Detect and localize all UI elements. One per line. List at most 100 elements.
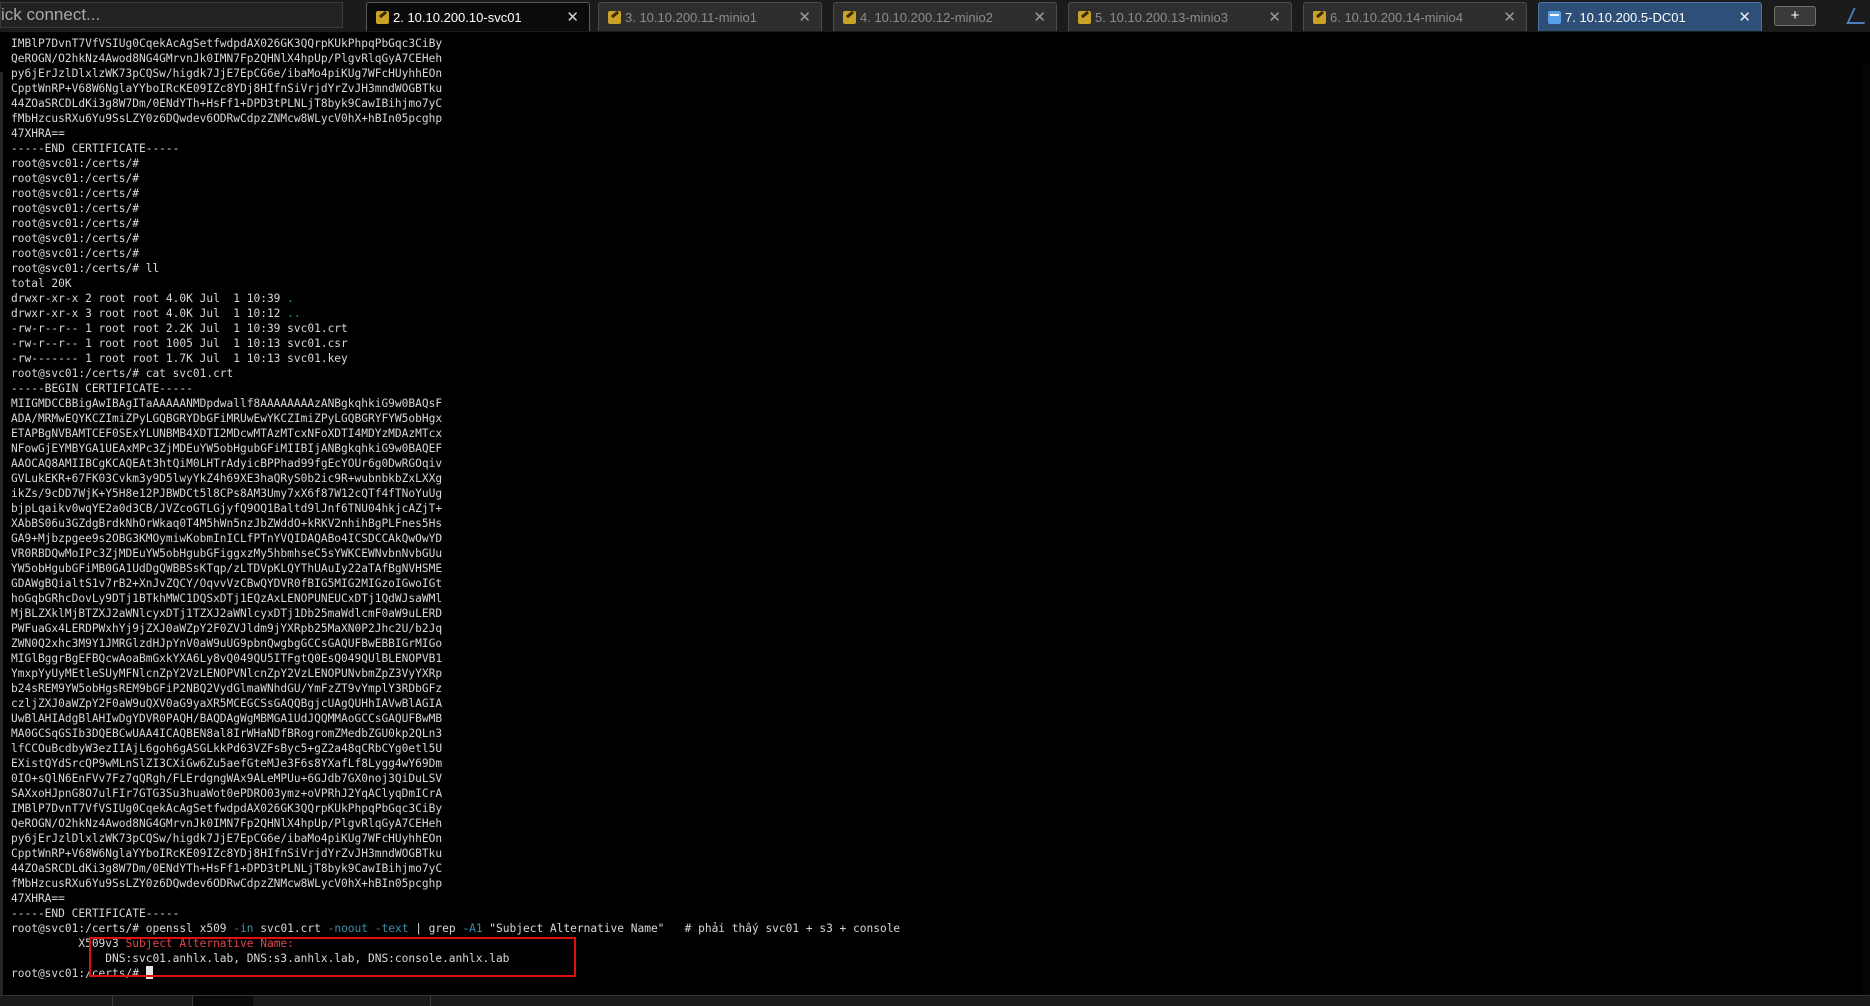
terminal-line: root@svc01:/certs/# [11, 232, 139, 245]
terminal-line: root@svc01:/certs/# [11, 187, 139, 200]
ls-row: drwxr-xr-x 3 root root 4.0K Jul 1 10:12 … [11, 306, 900, 321]
terminal-line: root@svc01:/certs/# ll [11, 262, 160, 275]
ls-row-filename: svc01.crt [287, 322, 348, 335]
session-icon [1078, 11, 1091, 24]
command-text: "Subject Alternative Name" # phải thấy s… [482, 922, 901, 935]
terminal-line: root@svc01:/certs/# [11, 202, 139, 215]
tab-minio4[interactable]: 6. 10.10.200.14-minio4 ✕ [1303, 2, 1527, 31]
terminal-line: MjBLZXklMjBTZXJ2aWNlcyxDTj1TZXJ2aWNlcyxD… [11, 607, 443, 620]
terminal-line: 47XHRA== [11, 127, 65, 140]
tab-label: 5. 10.10.200.13-minio3 [1095, 10, 1228, 25]
ls-row-meta: drwxr-xr-x 3 root root 4.0K Jul 1 10:12 [11, 307, 288, 320]
terminal-line: -----END CERTIFICATE----- [11, 142, 180, 155]
terminal-line: GDAWgBQialtS1v7rB2+XnJvZQCY/OqvvVzCBwQYD… [11, 577, 443, 590]
terminal-line: GVLukEKR+67FK03Cvkm3y9D5lwyYkZ4h69XE3haQ… [11, 472, 443, 485]
ls-row: -rw------- 1 root root 1.7K Jul 1 10:13 … [11, 351, 900, 366]
terminal-line: PWFuaGx4LERDPWxhYj9jZXJ0aWZpY2F0ZVJldm9j… [11, 622, 443, 635]
tab-label: 6. 10.10.200.14-minio4 [1330, 10, 1463, 25]
session-icon [1313, 11, 1326, 24]
terminal-line: py6jErJzlDlxlzWK73pCQSw/higdk7JjE7EpCG6e… [11, 67, 443, 80]
ls-row-dirname: .. [287, 307, 301, 320]
terminal-line: ZWN0Q2xhc3M9Y1JMRGlzdHJpYnV0aW9uUG9pbnQw… [11, 637, 443, 650]
command-text: | grep [408, 922, 463, 935]
close-icon[interactable]: ✕ [1268, 3, 1281, 32]
terminal-line: 44ZOaSRCDLdKi3g8W7Dm/0ENdYTh+HsFf1+DPD3t… [11, 97, 443, 110]
tab-label: 3. 10.10.200.11-minio1 [625, 10, 758, 25]
rdp-icon [1548, 11, 1561, 24]
tab-label: 7. 10.10.200.5-DC01 [1565, 10, 1686, 25]
command-option: -text [374, 922, 409, 935]
terminal-line: UwBlAHIAdgBlAHIwDgYDVR0PAQH/BAQDAgWgMBMG… [11, 712, 443, 725]
terminal-line: CpptWnRP+V68W6NglaYYboIRcKE09IZc8YDj8HIf… [11, 82, 443, 95]
ls-row: -rw-r--r-- 1 root root 1005 Jul 1 10:13 … [11, 336, 900, 351]
ls-row-filename: svc01.csr [287, 337, 348, 350]
ls-row-meta: -rw-r--r-- 1 root root 1005 Jul 1 10:13 [11, 337, 288, 350]
terminal-line: EXistQYdSrcQP9wMLnSlZI3CXiGw6Zu5aefGteMJ… [11, 757, 443, 770]
terminal-line: 44ZOaSRCDLdKi3g8W7Dm/0ENdYTh+HsFf1+DPD3t… [11, 862, 443, 875]
terminal-line: MA0GCSqGSIb3DQEBCwUAA4ICAQBEN8al8IrWHaND… [11, 727, 443, 740]
terminal-output[interactable]: IMBlP7DvnT7VfVSIUg0CqekAcAgSetfwdpdAX026… [0, 32, 1870, 995]
san-highlight-box [89, 937, 576, 977]
terminal-line: MIGlBggrBgEFBQcwAoaBmGxkYXA6Ly8vQ049QU5I… [11, 652, 443, 665]
terminal-line: AAOCAQ8AMIIBCgKCAQEAt3htQiM0LHTrAdyicBPP… [11, 457, 443, 470]
session-icon [843, 11, 856, 24]
terminal-left-edge [0, 72, 3, 995]
terminal-line: ADA/MRMwEQYKCZImiZPyLGQBGRYDbGFiMRUwEwYK… [11, 412, 443, 425]
terminal-line: YmxpYyUyMEtleSUyMFNlcnZpY2VzLENOPVNlcnZp… [11, 667, 443, 680]
ls-row-meta: -rw-r--r-- 1 root root 2.2K Jul 1 10:39 [11, 322, 288, 335]
terminal-lines: IMBlP7DvnT7VfVSIUg0CqekAcAgSetfwdpdAX026… [11, 36, 900, 981]
prompt: root@svc01:/certs/# [11, 922, 146, 935]
terminal-line: root@svc01:/certs/# [11, 172, 139, 185]
terminal-line: hoGqbGRhcDovLy9DTj1BTkhMWC1DQSxDTj1EQzAx… [11, 592, 443, 605]
close-icon[interactable]: ✕ [1738, 3, 1751, 32]
tab-label: 4. 10.10.200.12-minio2 [860, 10, 993, 25]
terminal-line: SAXxoHJpnG8O7ulFIr7GTG3Su3huaWot0ePDRO03… [11, 787, 443, 800]
terminal-line: GA9+Mjbzpgee9s2OBG3KMOymiwKobmInICLfPTnY… [11, 532, 443, 545]
close-icon[interactable]: ✕ [1503, 3, 1516, 32]
network-icon[interactable] [1846, 8, 1870, 24]
terminal-line: 47XHRA== [11, 892, 65, 905]
new-tab-button[interactable]: + [1774, 6, 1816, 26]
terminal-scrollbar[interactable] [1862, 64, 1870, 995]
ls-row-dirname: . [287, 292, 294, 305]
terminal-line: ikZs/9cDD7WjK+Y5H8e12PJBWDCt5l8CPs8AM3Um… [11, 487, 443, 500]
tab-label: 2. 10.10.200.10-svc01 [393, 10, 522, 25]
terminal-line: czljZXJ0aWZpY2F0aW9uQXV0aG9yaXR5MCEGCSsG… [11, 697, 443, 710]
openssl-command-line: root@svc01:/certs/# openssl x509 -in svc… [11, 921, 900, 936]
close-icon[interactable]: ✕ [566, 3, 579, 32]
terminal-line: fMbHzcusRXu6Yu9SsLZY0z6DQwdev6ODRwCdpzZN… [11, 112, 443, 125]
terminal-line: YW5obHgubGFiMB0GA1UdDgQWBBSsKTqp/zLTDVpK… [11, 562, 443, 575]
terminal-line: NFowGjEYMBYGA1UEAxMPc3ZjMDEuYW5obHgubGFi… [11, 442, 443, 455]
terminal-line: IMBlP7DvnT7VfVSIUg0CqekAcAgSetfwdpdAX026… [11, 802, 443, 815]
tab-minio1[interactable]: 3. 10.10.200.11-minio1 ✕ [598, 2, 822, 31]
quick-connect-input[interactable]: ick connect... [0, 2, 343, 28]
tab-minio3[interactable]: 5. 10.10.200.13-minio3 ✕ [1068, 2, 1292, 31]
close-icon[interactable]: ✕ [798, 3, 811, 32]
tab-minio2[interactable]: 4. 10.10.200.12-minio2 ✕ [833, 2, 1057, 31]
terminal-line: XAbBS06u3GZdgBrdkNhOrWkaq0T4M5hWn5nzJbZW… [11, 517, 443, 530]
tab-svc01[interactable]: 2. 10.10.200.10-svc01 ✕ [366, 2, 590, 31]
terminal-line: -----END CERTIFICATE----- [11, 907, 180, 920]
terminal-line: fMbHzcusRXu6Yu9SsLZY0z6DQwdev6ODRwCdpzZN… [11, 877, 443, 890]
terminal-line: root@svc01:/certs/# [11, 247, 139, 260]
terminal-line: ETAPBgNVBAMTCEF0SExYLUNBMB4XDTI2MDcwMTAz… [11, 427, 443, 440]
terminal-line: VR0RBDQwMoIPc3ZjMDEuYW5obHgubGFiggxzMy5h… [11, 547, 443, 560]
terminal-line: b24sREM9YW5obHgsREM9bGFiP2NBQ2VydGlmaWNh… [11, 682, 443, 695]
terminal-line: MIIGMDCCBBigAwIBAgITaAAAAANMDpdwallf8AAA… [11, 397, 443, 410]
terminal-line: lfCCOuBcdbyW3ezIIAjL6goh6gASGLkkPd63VZFs… [11, 742, 443, 755]
command-text: svc01.crt [253, 922, 328, 935]
session-icon [608, 11, 621, 24]
command-option: -A1 [462, 922, 483, 935]
terminal-line: QeROGN/O2hkNz4Awod8NG4GMrvnJk0IMN7Fp2QHN… [11, 817, 443, 830]
ls-row-meta: drwxr-xr-x 2 root root 4.0K Jul 1 10:39 [11, 292, 288, 305]
tab-dc01[interactable]: 7. 10.10.200.5-DC01 ✕ [1538, 2, 1762, 31]
terminal-line: root@svc01:/certs/# [11, 157, 139, 170]
terminal-line: bjpLqaikv0wqYE2a0d3CB/JVZcoGTLGjyfQ9OQ1B… [11, 502, 443, 515]
status-bar [0, 995, 1870, 1006]
terminal-line: 0IO+sQlN6EnFVv7Fz7qQRgh/FLErdgngWAx9ALeM… [11, 772, 443, 785]
ls-row: -rw-r--r-- 1 root root 2.2K Jul 1 10:39 … [11, 321, 900, 336]
ls-row-filename: svc01.key [287, 352, 348, 365]
ls-row: drwxr-xr-x 2 root root 4.0K Jul 1 10:39 … [11, 291, 900, 306]
close-icon[interactable]: ✕ [1033, 3, 1046, 32]
terminal-line: root@svc01:/certs/# [11, 217, 139, 230]
